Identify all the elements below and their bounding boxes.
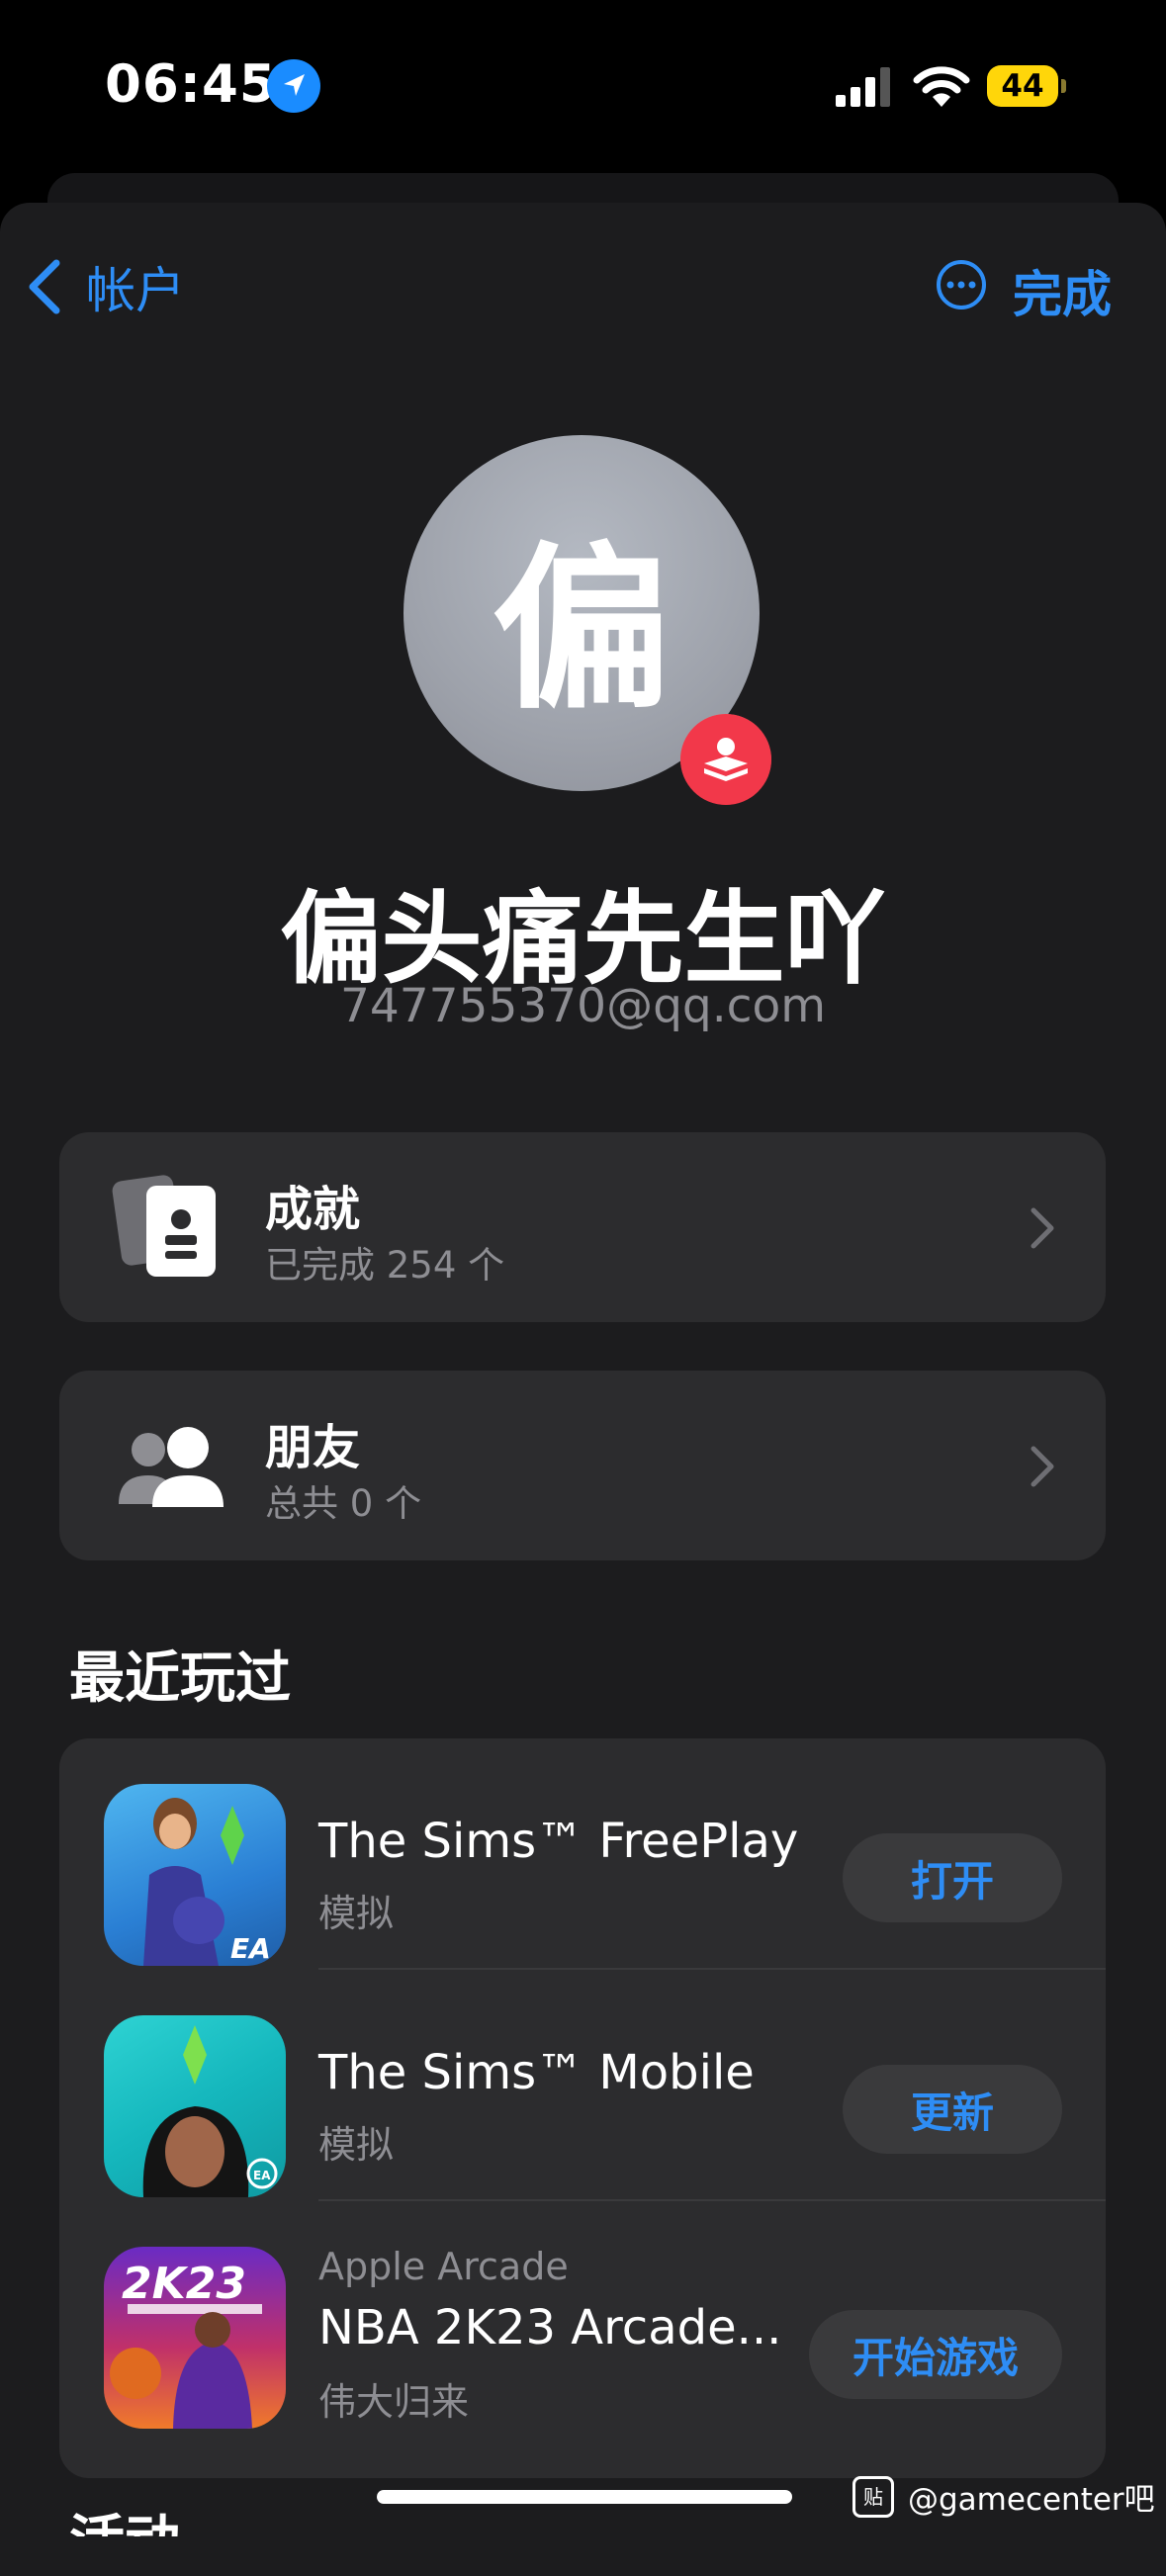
status-time: 06:45: [105, 54, 277, 115]
chevron-right-icon: [1031, 1207, 1054, 1249]
achievements-icon: [112, 1175, 216, 1277]
back-button[interactable]: 帐户: [25, 252, 185, 321]
chevron-left-icon: [29, 259, 60, 314]
sims-mobile-app-icon: EA: [104, 2015, 286, 2197]
svg-text:2K23: 2K23: [122, 2259, 246, 2309]
battery-level: 44: [987, 65, 1058, 107]
game-title: The Sims™ Mobile: [318, 2045, 755, 2100]
recently-played-heading: 最近玩过: [69, 1646, 291, 1711]
account-email: 747755370@qq.com: [339, 979, 827, 1033]
game-genre: 模拟: [318, 2123, 395, 2167]
cellular-signal-icon: [836, 67, 890, 107]
friends-icon: [119, 1427, 224, 1507]
avatar-initial: 偏: [492, 526, 671, 734]
svg-text:EA: EA: [253, 2169, 271, 2182]
open-game-button[interactable]: 打开: [843, 1833, 1062, 1922]
battery-icon: 44: [987, 65, 1066, 107]
achievements-subtitle: 已完成 254 个: [265, 1244, 505, 1287]
watermark: 贴 @gamecenter吧: [852, 2474, 1155, 2519]
update-game-button[interactable]: 更新: [843, 2065, 1062, 2154]
wifi-icon: [913, 66, 970, 107]
game-genre: 模拟: [318, 1892, 395, 1935]
achievements-card[interactable]: 成就 已完成 254 个: [59, 1132, 1106, 1322]
start-game-button[interactable]: 开始游戏: [809, 2310, 1062, 2399]
game-tagline: 伟大归来: [318, 2380, 470, 2424]
friends-title: 朋友: [265, 1420, 361, 1475]
done-button[interactable]: 完成: [1013, 255, 1112, 326]
sims-freeplay-app-icon: EA: [104, 1784, 286, 1966]
friends-subtitle: 总共 0 个: [265, 1482, 422, 1525]
game-publisher: Apple Arcade: [318, 2245, 569, 2288]
location-arrow-icon: [267, 59, 320, 113]
game-row-sims-freeplay[interactable]: EA The Sims™ FreePlay 模拟 打开: [59, 1738, 1106, 1970]
nba-2k23-app-icon: 2K23: [104, 2247, 286, 2429]
svg-text:EA: EA: [230, 1932, 271, 1965]
activity-heading: 活动: [69, 2497, 180, 2536]
friends-card[interactable]: 朋友 总共 0 个: [59, 1371, 1106, 1560]
chevron-right-icon: [1031, 1446, 1054, 1487]
more-options-icon[interactable]: [936, 259, 987, 311]
tieba-icon: 贴: [852, 2475, 894, 2518]
game-title: NBA 2K23 Arcade...: [318, 2300, 782, 2355]
achievements-title: 成就: [265, 1182, 361, 1237]
home-indicator[interactable]: [377, 2490, 792, 2504]
recent-games-list: EA The Sims™ FreePlay 模拟 打开 EA The Sims™…: [59, 1738, 1106, 2478]
watermark-text: @gamecenter吧: [908, 2482, 1155, 2518]
game-title: The Sims™ FreePlay: [318, 1814, 799, 1869]
game-center-badge-icon: [680, 714, 771, 805]
back-label: 帐户: [86, 262, 185, 319]
game-row-sims-mobile[interactable]: EA The Sims™ Mobile 模拟 更新: [59, 1970, 1106, 2201]
game-row-nba-2k23[interactable]: 2K23 Apple Arcade NBA 2K23 Arcade... 伟大归…: [59, 2201, 1106, 2478]
